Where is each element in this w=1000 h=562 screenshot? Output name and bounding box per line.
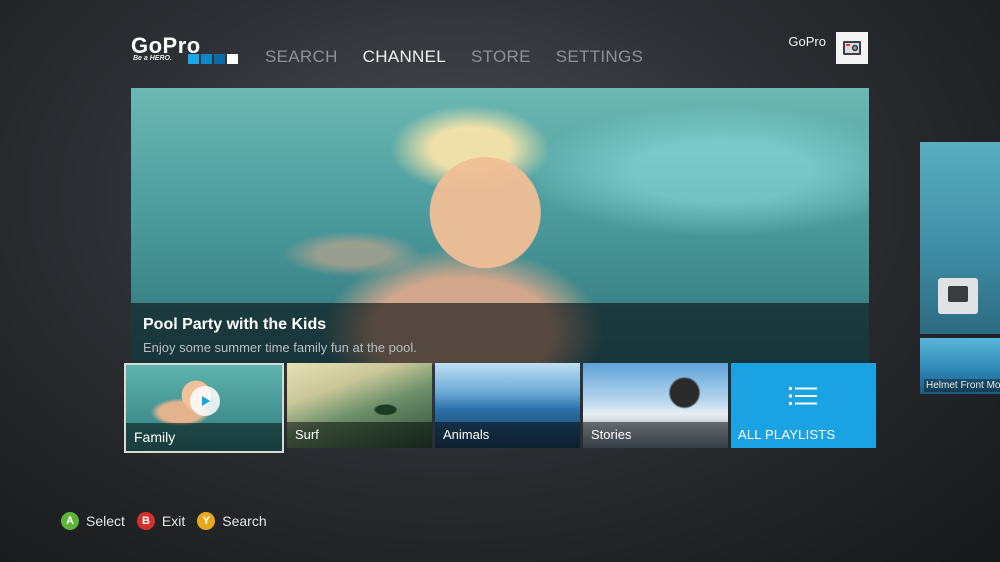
hint-select[interactable]: A Select xyxy=(61,512,125,530)
nav-store[interactable]: STORE xyxy=(471,47,531,67)
featured-description: Enjoy some summer time family fun at the… xyxy=(143,340,417,355)
account-name: GoPro xyxy=(788,34,826,49)
y-button-icon: Y xyxy=(197,512,216,530)
featured-caption: Pool Party with the Kids Enjoy some summ… xyxy=(131,303,869,365)
list-icon xyxy=(789,387,817,405)
camera-icon xyxy=(938,278,978,314)
next-card-thumbnail-secondary: Helmet Front Mou xyxy=(920,338,1000,394)
main-nav: SEARCH CHANNEL STORE SETTINGS xyxy=(265,47,643,67)
playlist-tile-stories[interactable]: Stories xyxy=(583,363,728,448)
playlist-label: Stories xyxy=(583,422,728,448)
playlist-tile-family[interactable]: Family xyxy=(124,363,284,453)
avatar[interactable] xyxy=(836,32,868,64)
controller-hints: A Select B Exit Y Search xyxy=(61,512,267,530)
nav-channel[interactable]: CHANNEL xyxy=(363,47,446,67)
logo-wordmark: GoPro xyxy=(131,33,201,58)
logo-tagline: Be a HERO. xyxy=(133,55,172,62)
playlist-row: Family Surf Animals Stories ALL PLAYLIST… xyxy=(124,363,876,453)
playlist-tile-animals[interactable]: Animals xyxy=(435,363,580,448)
account-area[interactable]: GoPro xyxy=(788,32,868,64)
next-channel-card[interactable]: Helmet Front Mou xyxy=(920,142,1000,394)
play-icon xyxy=(190,386,220,416)
hint-label: Exit xyxy=(161,513,186,529)
gopro-logo: GoPro Be a HERO. xyxy=(131,33,238,66)
all-playlists-label: ALL PLAYLISTS xyxy=(738,427,836,442)
hint-exit[interactable]: B Exit xyxy=(136,512,186,530)
next-card-label: Helmet Front Mou xyxy=(924,379,1000,392)
playlist-tile-surf[interactable]: Surf xyxy=(287,363,432,448)
nav-settings[interactable]: SETTINGS xyxy=(556,47,643,67)
next-card-thumbnail xyxy=(920,142,1000,334)
playlist-label: Animals xyxy=(435,422,580,448)
featured-video[interactable]: Pool Party with the Kids Enjoy some summ… xyxy=(131,88,869,365)
nav-search[interactable]: SEARCH xyxy=(265,47,338,67)
playlist-label: Family xyxy=(126,423,282,451)
featured-title: Pool Party with the Kids xyxy=(143,316,327,333)
hint-label: Select xyxy=(86,513,125,529)
hint-search[interactable]: Y Search xyxy=(197,512,267,530)
hint-label: Search xyxy=(222,513,267,529)
camera-icon xyxy=(843,41,861,55)
b-button-icon: B xyxy=(136,512,155,530)
a-button-icon: A xyxy=(61,512,79,530)
playlist-label: Surf xyxy=(287,422,432,448)
logo-color-blocks xyxy=(188,54,238,64)
all-playlists-button[interactable]: ALL PLAYLISTS xyxy=(731,363,876,448)
